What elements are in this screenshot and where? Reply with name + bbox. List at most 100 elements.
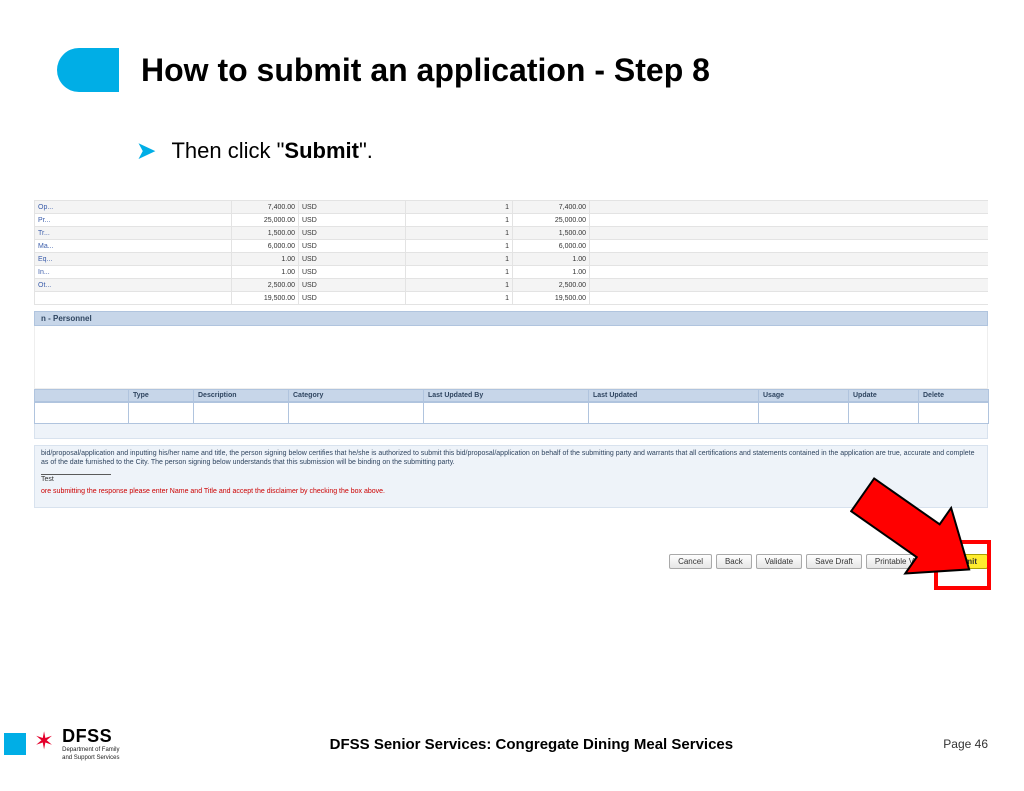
cell-currency: USD (299, 292, 406, 305)
cell-name[interactable]: Eq... (35, 253, 232, 266)
signature-field[interactable]: Test (41, 474, 111, 485)
cell-total: 2,500.00 (513, 279, 590, 292)
footer-title: DFSS Senior Services: Congregate Dining … (119, 736, 943, 753)
attachments-header-row: TypeDescriptionCategoryLast Updated ByLa… (34, 389, 988, 402)
cell-qty: 1 (406, 201, 513, 214)
table-row: Tr...1,500.00USD11,500.00 (35, 227, 989, 240)
cell-name[interactable]: Ot... (35, 279, 232, 292)
title-bullet-shape (57, 48, 119, 92)
table-row: 19,500.00USD119,500.00 (35, 292, 989, 305)
column-header: Last Updated By (424, 389, 589, 402)
column-header: Category (289, 389, 424, 402)
budget-table: Op...7,400.00USD17,400.00Pr...25,000.00U… (34, 200, 988, 305)
cell-amount: 1.00 (232, 266, 299, 279)
cell-blank (590, 240, 989, 253)
cell-qty: 1 (406, 227, 513, 240)
chevron-right-icon: ➤ (137, 138, 155, 164)
instruction-pre: Then click " (171, 138, 284, 163)
cell-currency: USD (299, 266, 406, 279)
table-row: Eq...1.00USD11.00 (35, 253, 989, 266)
cell-amount: 1,500.00 (232, 227, 299, 240)
cell-total: 7,400.00 (513, 201, 590, 214)
disclaimer-block: bid/proposal/application and inputting h… (34, 445, 988, 508)
column-header: Last Updated (589, 389, 759, 402)
instruction-post: ". (359, 138, 373, 163)
cancel-button[interactable]: Cancel (669, 554, 712, 569)
logo-text: DFSS Department of Family and Support Se… (62, 727, 119, 761)
cell-total: 1.00 (513, 266, 590, 279)
cell-name[interactable]: In... (35, 266, 232, 279)
column-header: Delete (919, 389, 989, 402)
error-message: ore submitting the response please enter… (41, 488, 981, 497)
cell-amount: 19,500.00 (232, 292, 299, 305)
column-header: Update (849, 389, 919, 402)
cell-blank (590, 266, 989, 279)
slide: How to submit an application - Step 8 ➤ … (0, 0, 1024, 791)
cell-amount: 6,000.00 (232, 240, 299, 253)
cell-amount: 2,500.00 (232, 279, 299, 292)
dfss-logo: ✶ DFSS Department of Family and Support … (4, 727, 119, 761)
cell-qty: 1 (406, 266, 513, 279)
column-header: Usage (759, 389, 849, 402)
cell-amount: 1.00 (232, 253, 299, 266)
cell-currency: USD (299, 240, 406, 253)
cell-total: 6,000.00 (513, 240, 590, 253)
table-row: Ot...2,500.00USD12,500.00 (35, 279, 989, 292)
save-draft-button[interactable]: Save Draft (806, 554, 862, 569)
logo-square (4, 733, 26, 755)
page-title: How to submit an application - Step 8 (141, 52, 710, 89)
cell-currency: USD (299, 201, 406, 214)
cell-qty: 1 (406, 253, 513, 266)
instruction-line: ➤ Then click "Submit". (137, 138, 373, 164)
instruction-emph: Submit (284, 138, 359, 163)
validate-button[interactable]: Validate (756, 554, 802, 569)
disclaimer-text: bid/proposal/application and inputting h… (41, 450, 981, 468)
table-row: Pr...25,000.00USD125,000.00 (35, 214, 989, 227)
column-header: Description (194, 389, 289, 402)
cell-blank (590, 214, 989, 227)
action-button-row: Cancel Back Validate Save Draft Printabl… (34, 554, 988, 569)
cell-blank (590, 292, 989, 305)
cell-name[interactable]: Op... (35, 201, 232, 214)
footer: ✶ DFSS Department of Family and Support … (0, 727, 1024, 761)
attachments-separator (34, 424, 988, 439)
cell-total: 1,500.00 (513, 227, 590, 240)
logo-line2: and Support Services (62, 755, 119, 761)
cell-name[interactable] (35, 292, 232, 305)
cell-amount: 7,400.00 (232, 201, 299, 214)
table-row: In...1.00USD11.00 (35, 266, 989, 279)
screenshot-region: Op...7,400.00USD17,400.00Pr...25,000.00U… (34, 200, 988, 508)
star-icon: ✶ (34, 730, 54, 754)
cell-blank (590, 253, 989, 266)
logo-line1: Department of Family (62, 747, 119, 753)
cell-qty: 1 (406, 279, 513, 292)
cell-currency: USD (299, 279, 406, 292)
cell-total: 1.00 (513, 253, 590, 266)
cell-blank (590, 227, 989, 240)
page-number: Page 46 (943, 737, 988, 751)
cell-qty: 1 (406, 214, 513, 227)
cell-name[interactable]: Tr... (35, 227, 232, 240)
table-row: Op...7,400.00USD17,400.00 (35, 201, 989, 214)
section-header-personnel: n - Personnel (34, 311, 988, 326)
column-header: Type (129, 389, 194, 402)
cell-currency: USD (299, 214, 406, 227)
cell-qty: 1 (406, 292, 513, 305)
cell-qty: 1 (406, 240, 513, 253)
cell-total: 19,500.00 (513, 292, 590, 305)
column-header (34, 389, 129, 402)
back-button[interactable]: Back (716, 554, 752, 569)
cell-currency: USD (299, 253, 406, 266)
cell-total: 25,000.00 (513, 214, 590, 227)
submit-button[interactable]: Submit (939, 554, 988, 569)
personnel-empty-area (34, 326, 988, 389)
cell-blank (590, 279, 989, 292)
instruction-text: Then click "Submit". (171, 138, 372, 164)
cell-name[interactable]: Ma... (35, 240, 232, 253)
printable-view-button[interactable]: Printable View (866, 554, 935, 569)
logo-acronym: DFSS (62, 727, 119, 745)
cell-name[interactable]: Pr... (35, 214, 232, 227)
attachments-empty-row (34, 402, 988, 424)
cell-currency: USD (299, 227, 406, 240)
title-block: How to submit an application - Step 8 (57, 48, 710, 92)
